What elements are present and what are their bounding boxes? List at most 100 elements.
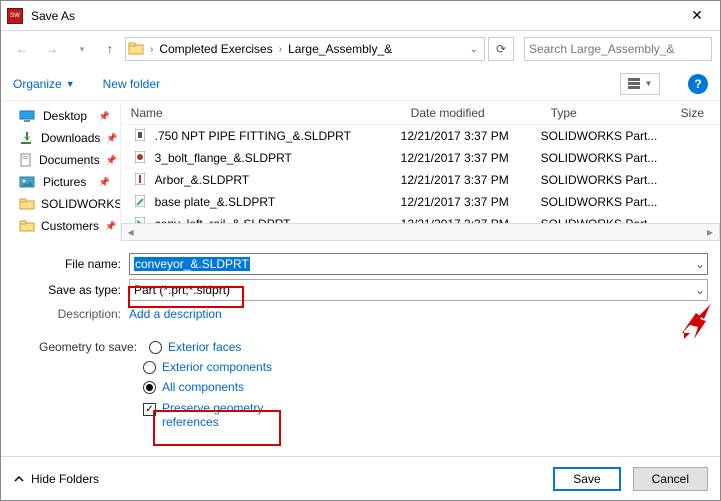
folder-icon [19, 219, 35, 233]
refresh-button[interactable]: ⟳ [488, 37, 514, 61]
hide-folders-button[interactable]: Hide Folders [13, 472, 99, 486]
tree-solidworks[interactable]: SOLIDWORKS...📌 [1, 193, 120, 215]
part-icon [135, 129, 147, 143]
tree-customers[interactable]: Customers 📌 [1, 215, 120, 237]
file-type: SOLIDWORKS Part... [541, 129, 671, 143]
scroll-right-icon[interactable]: ▸ [701, 224, 719, 240]
opt-exterior-components[interactable]: Exterior components [162, 360, 272, 374]
window-title: Save As [31, 9, 674, 23]
back-button[interactable]: ← [9, 36, 35, 62]
filename-label: File name: [13, 257, 121, 271]
pin-icon: 📌 [98, 111, 109, 122]
filename-value: conveyor_&.SLDPRT [134, 257, 250, 271]
tree-documents[interactable]: Documents 📌 [1, 149, 120, 171]
col-type[interactable]: Type [541, 106, 671, 120]
breadcrumb[interactable]: › Completed Exercises › Large_Assembly_&… [125, 37, 485, 61]
chevron-right-icon: › [277, 44, 284, 55]
help-button[interactable]: ? [688, 74, 708, 94]
save-button[interactable]: Save [553, 467, 620, 491]
callout-arrow-icon [676, 301, 716, 341]
list-item[interactable]: 3_bolt_flange_&.SLDPRT 12/21/2017 3:37 P… [121, 147, 720, 169]
tree-label: Customers [41, 219, 99, 233]
forward-button[interactable]: → [39, 36, 65, 62]
geometry-header: Geometry to save: [39, 340, 143, 354]
check-preserve-geometry[interactable] [143, 403, 156, 416]
file-name: 3_bolt_flange_&.SLDPRT [155, 151, 292, 165]
tree-label: Documents [39, 153, 100, 167]
pin-icon: 📌 [106, 133, 117, 144]
chevron-down-icon: ▼ [66, 79, 75, 89]
chevron-right-icon: › [148, 44, 155, 55]
radio-exterior-faces[interactable] [149, 341, 162, 354]
chevron-down-icon[interactable]: ⌄ [468, 44, 482, 55]
saveastype-dropdown[interactable]: Part (*.prt;*.sldprt) ⌄ [129, 279, 708, 301]
pin-icon: 📌 [106, 155, 117, 166]
chevron-down-icon[interactable]: ⌄ [695, 283, 705, 297]
list-item[interactable]: .750 NPT PIPE FITTING_&.SLDPRT 12/21/201… [121, 125, 720, 147]
file-type: SOLIDWORKS Part... [541, 195, 671, 209]
chevron-up-icon [13, 473, 25, 485]
list-item[interactable]: Arbor_&.SLDPRT 12/21/2017 3:37 PM SOLIDW… [121, 169, 720, 191]
search-input[interactable]: Search Large_Assembly_& [524, 37, 712, 61]
scroll-left-icon[interactable]: ◂ [122, 224, 140, 240]
file-date: 12/21/2017 3:37 PM [401, 151, 541, 165]
saveastype-label: Save as type: [13, 283, 121, 297]
documents-icon [19, 153, 33, 167]
desktop-icon [19, 109, 37, 123]
opt-preserve-geometry[interactable]: Preserve geometry references [162, 401, 272, 429]
column-headers[interactable]: Name Date modified Type Size [121, 101, 720, 125]
horizontal-scrollbar[interactable]: ◂▸ [121, 223, 720, 241]
new-folder-button[interactable]: New folder [103, 77, 160, 91]
part-icon [135, 195, 147, 209]
crumb-large-asm[interactable]: Large_Assembly_& [286, 42, 394, 56]
tree-downloads[interactable]: Downloads📌 [1, 127, 120, 149]
chevron-down-icon: ▼ [645, 79, 653, 88]
chevron-down-icon[interactable]: ⌄ [695, 257, 705, 271]
list-view-icon [628, 78, 644, 90]
opt-exterior-faces[interactable]: Exterior faces [168, 340, 241, 354]
filename-input[interactable]: conveyor_&.SLDPRT ⌄ [129, 253, 708, 275]
part-icon [135, 173, 147, 187]
folder-tree[interactable]: Desktop 📌 Downloads📌 Documents 📌 Pictures 📌… [1, 101, 121, 241]
pictures-icon [19, 175, 37, 189]
list-item[interactable]: base plate_&.SLDPRT 12/21/2017 3:37 PM S… [121, 191, 720, 213]
file-date: 12/21/2017 3:37 PM [401, 173, 541, 187]
folder-icon [128, 41, 146, 57]
organize-label: Organize [13, 77, 62, 91]
cancel-button[interactable]: Cancel [633, 467, 708, 491]
save-label: Save [573, 472, 600, 486]
radio-all-components[interactable] [143, 381, 156, 394]
radio-exterior-components[interactable] [143, 361, 156, 374]
pin-icon: 📌 [98, 177, 109, 188]
up-button[interactable]: ↑ [99, 38, 121, 60]
hide-folders-label: Hide Folders [31, 472, 99, 486]
tree-label: Pictures [43, 175, 86, 189]
description-link[interactable]: Add a description [129, 307, 222, 321]
view-mode-button[interactable]: ▼ [620, 73, 660, 95]
opt-all-components[interactable]: All components [162, 380, 244, 394]
tree-pictures[interactable]: Pictures 📌 [1, 171, 120, 193]
description-label: Description: [13, 307, 121, 321]
file-name: .750 NPT PIPE FITTING_&.SLDPRT [155, 129, 351, 143]
app-icon: SW [7, 8, 23, 24]
organize-button[interactable]: Organize ▼ [13, 77, 75, 91]
part-icon [135, 151, 147, 165]
col-size[interactable]: Size [671, 106, 720, 120]
saveastype-value: Part (*.prt;*.sldprt) [134, 283, 230, 297]
close-button[interactable]: ✕ [674, 1, 720, 31]
file-type: SOLIDWORKS Part... [541, 151, 671, 165]
tree-label: Desktop [43, 109, 87, 123]
search-placeholder: Search Large_Assembly_& [529, 42, 707, 56]
history-dropdown[interactable]: ▾ [69, 36, 95, 62]
col-date[interactable]: Date modified [401, 106, 541, 120]
file-list[interactable]: .750 NPT PIPE FITTING_&.SLDPRT 12/21/201… [121, 125, 720, 223]
list-item[interactable]: conv_left_rail_&.SLDPRT 12/21/2017 3:37 … [121, 213, 720, 223]
col-name[interactable]: Name [121, 106, 401, 120]
file-type: SOLIDWORKS Part... [541, 173, 671, 187]
file-date: 12/21/2017 3:37 PM [401, 129, 541, 143]
crumb-completed[interactable]: Completed Exercises [157, 42, 274, 56]
tree-desktop[interactable]: Desktop 📌 [1, 105, 120, 127]
pin-icon: 📌 [105, 221, 116, 232]
cancel-label: Cancel [652, 472, 689, 486]
downloads-icon [19, 131, 35, 145]
